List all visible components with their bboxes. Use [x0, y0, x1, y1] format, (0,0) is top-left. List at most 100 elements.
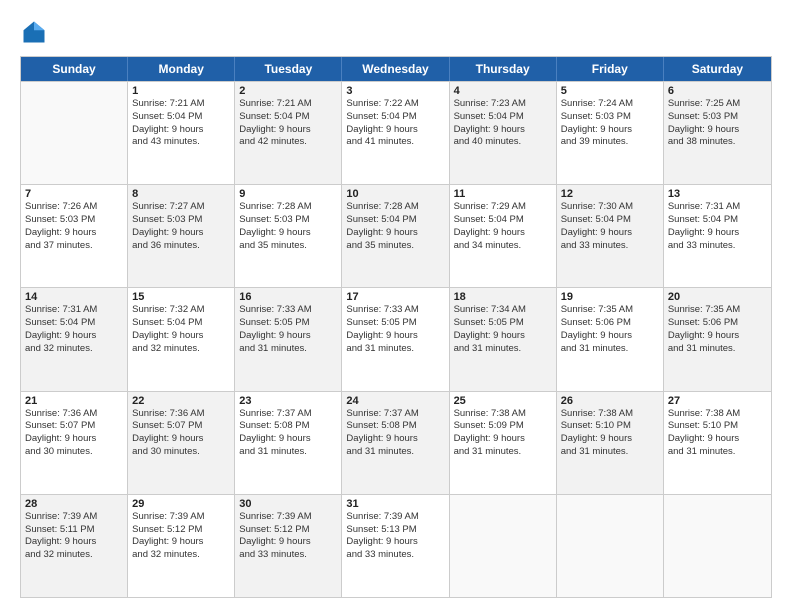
day-number: 16	[239, 291, 337, 303]
day-number: 7	[25, 188, 123, 200]
cell-info-line: and 31 minutes.	[239, 343, 337, 356]
calendar-week-2: 7Sunrise: 7:26 AM Sunset: 5:03 PM Daylight…	[21, 184, 771, 287]
cell-info-line: Sunset: 5:04 PM	[346, 214, 444, 227]
cell-info-line: Sunrise: 7:36 AM	[132, 408, 230, 421]
cell-info-line: Sunrise: 7:21 AM	[132, 98, 230, 111]
table-row: 7Sunrise: 7:26 AMSunset: 5:03 PMDaylight…	[21, 185, 128, 287]
cell-info-line: Sunset: 5:10 PM	[668, 420, 767, 433]
cell-info-line: and 40 minutes.	[454, 136, 552, 149]
cell-info-line: Sunset: 5:13 PM	[346, 524, 444, 537]
calendar-header-saturday: Saturday	[664, 57, 771, 81]
cell-info-line: Sunset: 5:04 PM	[561, 214, 659, 227]
cell-info-line: Daylight: 9 hours	[346, 433, 444, 446]
calendar-header-row: SundayMondayTuesdayWednesdayThursdayFrid…	[21, 57, 771, 81]
day-number: 27	[668, 395, 767, 407]
cell-info-line: Sunrise: 7:28 AM	[346, 201, 444, 214]
cell-info-line: Sunset: 5:04 PM	[346, 111, 444, 124]
day-number: 25	[454, 395, 552, 407]
cell-info-line: Daylight: 9 hours	[561, 433, 659, 446]
cell-info-line: and 33 minutes.	[346, 549, 444, 562]
day-number: 12	[561, 188, 659, 200]
day-number: 21	[25, 395, 123, 407]
cell-info-line: and 31 minutes.	[668, 446, 767, 459]
cell-info-line: and 31 minutes.	[239, 446, 337, 459]
cell-info-line: Sunset: 5:07 PM	[132, 420, 230, 433]
calendar: SundayMondayTuesdayWednesdayThursdayFrid…	[20, 56, 772, 598]
table-row	[450, 495, 557, 597]
calendar-header-tuesday: Tuesday	[235, 57, 342, 81]
cell-info-line: and 31 minutes.	[561, 343, 659, 356]
day-number: 14	[25, 291, 123, 303]
cell-info-line: Sunset: 5:03 PM	[561, 111, 659, 124]
cell-info-line: Daylight: 9 hours	[454, 124, 552, 137]
cell-info-line: Daylight: 9 hours	[346, 330, 444, 343]
cell-info-line: and 36 minutes.	[132, 240, 230, 253]
cell-info-line: Daylight: 9 hours	[132, 124, 230, 137]
cell-info-line: and 33 minutes.	[239, 549, 337, 562]
cell-info-line: Sunset: 5:04 PM	[454, 214, 552, 227]
cell-info-line: Sunset: 5:03 PM	[132, 214, 230, 227]
table-row: 5Sunrise: 7:24 AMSunset: 5:03 PMDaylight…	[557, 82, 664, 184]
day-number: 23	[239, 395, 337, 407]
cell-info-line: Sunset: 5:05 PM	[239, 317, 337, 330]
cell-info-line: Sunrise: 7:35 AM	[561, 304, 659, 317]
day-number: 19	[561, 291, 659, 303]
day-number: 17	[346, 291, 444, 303]
cell-info-line: Sunset: 5:04 PM	[132, 111, 230, 124]
cell-info-line: Daylight: 9 hours	[239, 536, 337, 549]
logo	[20, 18, 52, 46]
cell-info-line: and 42 minutes.	[239, 136, 337, 149]
calendar-week-1: 1Sunrise: 7:21 AMSunset: 5:04 PMDaylight…	[21, 81, 771, 184]
cell-info-line: Sunrise: 7:38 AM	[668, 408, 767, 421]
cell-info-line: Sunset: 5:08 PM	[239, 420, 337, 433]
day-number: 29	[132, 498, 230, 510]
cell-info-line: Sunset: 5:06 PM	[561, 317, 659, 330]
cell-info-line: Sunrise: 7:38 AM	[454, 408, 552, 421]
cell-info-line: and 37 minutes.	[25, 240, 123, 253]
cell-info-line: Sunset: 5:04 PM	[132, 317, 230, 330]
day-number: 11	[454, 188, 552, 200]
cell-info-line: Sunset: 5:04 PM	[25, 317, 123, 330]
table-row: 21Sunrise: 7:36 AMSunset: 5:07 PMDayligh…	[21, 392, 128, 494]
cell-info-line: Daylight: 9 hours	[454, 227, 552, 240]
table-row: 14Sunrise: 7:31 AMSunset: 5:04 PMDayligh…	[21, 288, 128, 390]
cell-info-line: Sunrise: 7:35 AM	[668, 304, 767, 317]
day-number: 26	[561, 395, 659, 407]
cell-info-line: and 33 minutes.	[561, 240, 659, 253]
cell-info-line: Daylight: 9 hours	[132, 536, 230, 549]
calendar-header-sunday: Sunday	[21, 57, 128, 81]
cell-info-line: Sunrise: 7:26 AM	[25, 201, 123, 214]
cell-info-line: Daylight: 9 hours	[454, 330, 552, 343]
cell-info-line: Sunset: 5:09 PM	[454, 420, 552, 433]
cell-info-line: and 32 minutes.	[25, 343, 123, 356]
table-row: 3Sunrise: 7:22 AMSunset: 5:04 PMDaylight…	[342, 82, 449, 184]
day-number: 10	[346, 188, 444, 200]
logo-icon	[20, 18, 48, 46]
cell-info-line: Sunset: 5:12 PM	[239, 524, 337, 537]
cell-info-line: Daylight: 9 hours	[561, 124, 659, 137]
cell-info-line: Sunrise: 7:23 AM	[454, 98, 552, 111]
cell-info-line: Sunrise: 7:37 AM	[346, 408, 444, 421]
cell-info-line: Sunset: 5:08 PM	[346, 420, 444, 433]
cell-info-line: Sunrise: 7:39 AM	[239, 511, 337, 524]
table-row: 12Sunrise: 7:30 AMSunset: 5:04 PMDayligh…	[557, 185, 664, 287]
cell-info-line: and 38 minutes.	[668, 136, 767, 149]
cell-info-line: Daylight: 9 hours	[239, 227, 337, 240]
cell-info-line: Daylight: 9 hours	[239, 330, 337, 343]
day-number: 8	[132, 188, 230, 200]
cell-info-line: Sunrise: 7:31 AM	[668, 201, 767, 214]
table-row: 18Sunrise: 7:34 AMSunset: 5:05 PMDayligh…	[450, 288, 557, 390]
cell-info-line: and 31 minutes.	[668, 343, 767, 356]
cell-info-line: Sunset: 5:10 PM	[561, 420, 659, 433]
cell-info-line: Sunrise: 7:29 AM	[454, 201, 552, 214]
cell-info-line: Daylight: 9 hours	[668, 124, 767, 137]
cell-info-line: Sunset: 5:07 PM	[25, 420, 123, 433]
cell-info-line: Sunrise: 7:31 AM	[25, 304, 123, 317]
cell-info-line: Daylight: 9 hours	[132, 330, 230, 343]
cell-info-line: Sunrise: 7:30 AM	[561, 201, 659, 214]
cell-info-line: and 31 minutes.	[346, 343, 444, 356]
calendar-week-3: 14Sunrise: 7:31 AMSunset: 5:04 PMDayligh…	[21, 287, 771, 390]
cell-info-line: Daylight: 9 hours	[25, 330, 123, 343]
cell-info-line: Daylight: 9 hours	[132, 433, 230, 446]
day-number: 18	[454, 291, 552, 303]
